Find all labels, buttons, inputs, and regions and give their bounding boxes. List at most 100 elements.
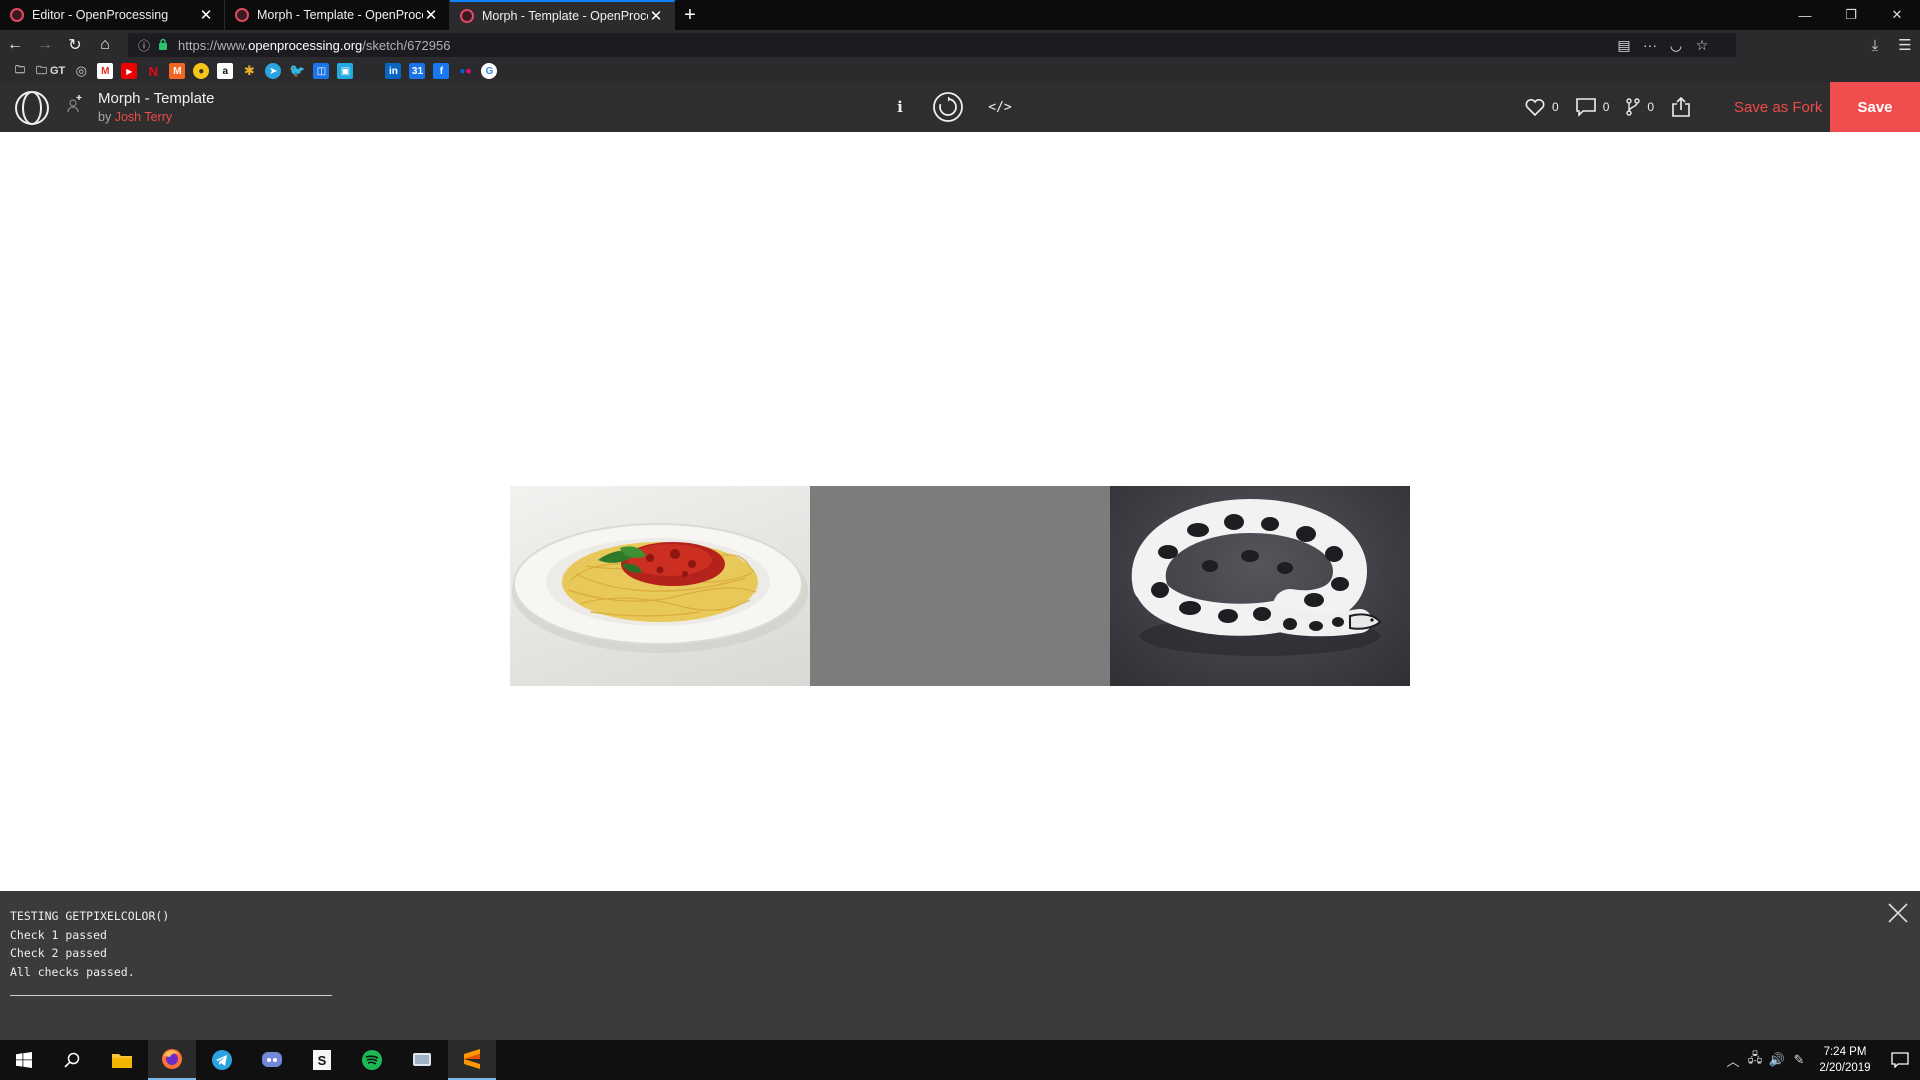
spaghetti-image — [510, 486, 810, 686]
file-explorer-icon[interactable] — [98, 1040, 146, 1080]
bookmark-star-icon[interactable]: ☆ — [1689, 30, 1715, 60]
info-button[interactable]: i — [890, 98, 910, 116]
volume-icon[interactable]: 🔊 — [1766, 1052, 1788, 1068]
more-actions-icon[interactable]: ··· — [1637, 30, 1663, 60]
browser-tab-editor[interactable]: Editor - OpenProcessing ✕ — [0, 0, 225, 30]
menu-icon[interactable]: ☰ — [1890, 30, 1920, 60]
window-close-icon[interactable]: ✕ — [1874, 0, 1920, 30]
console-panel: TESTING GETPIXELCOLOR() Check 1 passed Che… — [0, 891, 1920, 1040]
code-button[interactable]: </> — [986, 100, 1014, 115]
sketch-canvas[interactable] — [0, 132, 1920, 891]
reload-icon[interactable]: ↻ — [60, 30, 90, 60]
user-add-icon[interactable] — [66, 94, 84, 117]
forks-button[interactable]: 0 — [1625, 97, 1654, 117]
yellow-app-icon[interactable]: ● — [193, 63, 210, 79]
bookmark-gt[interactable]: 🗀 GT — [36, 63, 65, 79]
sketch-header: Morph - Template by Josh Terry i </> 0 0… — [0, 82, 1920, 132]
heart-icon — [1525, 98, 1545, 117]
restart-icon[interactable] — [932, 91, 964, 123]
share-button[interactable] — [1670, 96, 1692, 118]
close-tab-icon[interactable]: ✕ — [423, 6, 439, 24]
downloads-icon[interactable]: ⤓ — [1860, 30, 1890, 60]
blue-app-icon[interactable]: ◫ — [313, 63, 330, 79]
forks-count: 0 — [1647, 100, 1655, 114]
site-info-icon[interactable]: ⓘ — [138, 37, 150, 54]
close-tab-icon[interactable]: ✕ — [648, 7, 664, 25]
gmail-icon[interactable]: M — [97, 63, 114, 79]
telegram-icon[interactable]: ➤ — [265, 63, 282, 79]
author-link[interactable]: Josh Terry — [115, 110, 172, 124]
comments-button[interactable]: 0 — [1575, 97, 1609, 117]
url-text: https://www.openprocessing.org/sketch/67… — [178, 37, 451, 53]
new-tab-button[interactable]: + — [675, 0, 705, 30]
orange-app-icon[interactable]: M — [169, 63, 186, 79]
spotify-taskbar-icon[interactable] — [348, 1040, 396, 1080]
slack-icon[interactable]: ✱ — [241, 63, 257, 79]
likes-count: 0 — [1552, 100, 1559, 114]
by-label: by — [98, 110, 112, 124]
minimize-icon[interactable]: — — [1782, 0, 1828, 30]
openprocessing-favicon-icon — [10, 8, 24, 22]
discord-taskbar-icon[interactable] — [248, 1040, 296, 1080]
calendar-icon[interactable]: 31 — [409, 63, 426, 79]
console-output: TESTING GETPIXELCOLOR() Check 1 passed Che… — [10, 907, 169, 981]
back-icon[interactable]: ← — [0, 30, 30, 60]
console-line: Check 2 passed — [10, 946, 107, 960]
close-tab-icon[interactable]: ✕ — [198, 6, 214, 24]
pen-icon[interactable]: ✎ — [1788, 1052, 1810, 1068]
app-s-taskbar-icon[interactable]: S — [298, 1040, 346, 1080]
flickr-icon[interactable]: ● ● — [457, 63, 473, 79]
pocket-icon[interactable]: ◡ — [1663, 30, 1689, 60]
cyan-app-icon[interactable]: ▣ — [337, 63, 354, 79]
url-bar[interactable]: ⓘ https://www.openprocessing.org/sketch/… — [128, 33, 1736, 57]
reader-view-icon[interactable]: ▤ — [1611, 30, 1637, 60]
fork-icon — [1626, 98, 1641, 116]
openprocessing-logo-icon[interactable] — [14, 90, 50, 126]
console-line: All checks passed. — [10, 964, 135, 979]
openprocessing-favicon-icon — [460, 9, 474, 23]
toolbar-right: ⤓ ☰ — [1860, 30, 1920, 60]
clock[interactable]: 7:24 PM 2/20/2019 — [1810, 1044, 1880, 1076]
twitter-icon[interactable]: 🐦 — [289, 63, 305, 79]
svg-text:S: S — [318, 1053, 327, 1068]
folder-icon[interactable]: 🗀 — [12, 63, 28, 79]
firefox-taskbar-icon[interactable] — [148, 1040, 196, 1080]
facebook-icon[interactable]: f — [433, 63, 450, 79]
browser-tab-morph-1[interactable]: Morph - Template - OpenProcessing ✕ — [225, 0, 450, 30]
sublime-text-taskbar-icon[interactable] — [448, 1040, 496, 1080]
windows-start-icon[interactable] — [0, 1040, 48, 1080]
openprocessing-favicon-icon — [235, 8, 249, 22]
browser-tab-bar: Editor - OpenProcessing ✕ Morph - Templa… — [0, 0, 1920, 30]
console-close-icon[interactable] — [1886, 901, 1910, 925]
tab-title: Morph - Template - OpenProcessing — [482, 9, 648, 23]
telegram-taskbar-icon[interactable] — [198, 1040, 246, 1080]
chevron-up-icon[interactable]: ︿ — [1722, 1051, 1744, 1070]
home-icon[interactable]: ⌂ — [90, 30, 120, 60]
browser-tab-morph-2[interactable]: Morph - Template - OpenProcessing ✕ — [450, 0, 675, 30]
url-actions: ▤ ··· ◡ ☆ — [1611, 30, 1715, 60]
youtube-icon[interactable]: ▶ — [121, 63, 138, 79]
search-icon[interactable] — [48, 1040, 96, 1080]
morph-result-panel — [810, 486, 1110, 686]
globe-icon[interactable]: ◎ — [73, 63, 89, 79]
lock-icon — [158, 38, 168, 53]
restore-icon[interactable]: ❐ — [1828, 0, 1874, 30]
save-button[interactable]: Save — [1830, 82, 1920, 132]
snake-image — [1110, 486, 1410, 686]
linkedin-icon[interactable]: in — [385, 63, 402, 79]
sketch-stats: 0 0 0 — [1524, 82, 1692, 132]
google-icon[interactable]: G — [481, 63, 498, 79]
bookmarks-toolbar: 🗀 🗀 GT ◎ M ▶ N M ● a ✱ ➤ 🐦 ◫ ▣ in 31 f ● ●… — [0, 60, 1920, 82]
amazon-icon[interactable]: a — [217, 63, 234, 79]
sketch-byline: by Josh Terry — [98, 110, 172, 124]
notifications-icon[interactable] — [1880, 1052, 1920, 1068]
save-as-fork-button[interactable]: Save as Fork — [1734, 82, 1822, 132]
likes-button[interactable]: 0 — [1524, 97, 1559, 117]
app-taskbar-icon[interactable] — [398, 1040, 446, 1080]
tab-title: Morph - Template - OpenProcessing — [257, 8, 423, 22]
spacer-icon — [361, 63, 377, 79]
netflix-icon[interactable]: N — [145, 63, 161, 79]
forward-icon[interactable]: → — [30, 30, 60, 60]
network-icon[interactable]: 🖧 — [1744, 1049, 1766, 1071]
console-line: Check 1 passed — [10, 927, 107, 942]
